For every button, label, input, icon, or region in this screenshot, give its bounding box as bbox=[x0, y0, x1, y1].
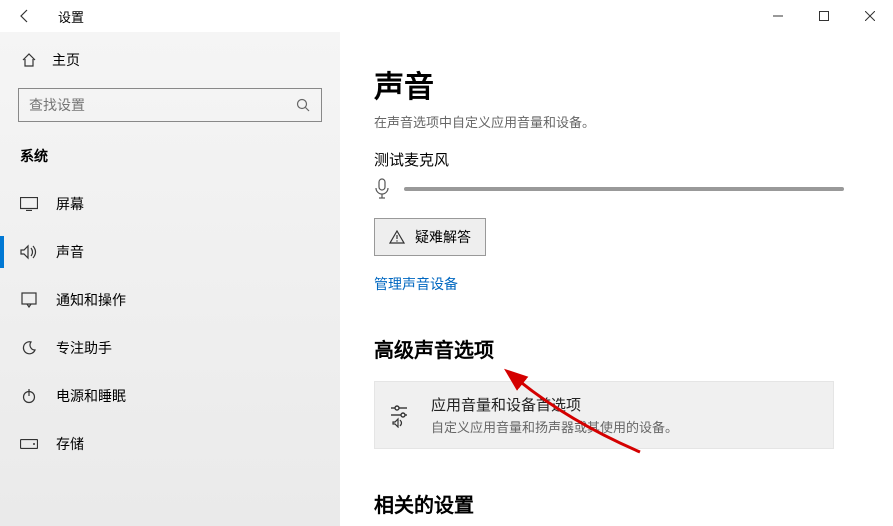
page-title: 声音 bbox=[374, 62, 859, 106]
sidebar-item-label: 通知和操作 bbox=[56, 290, 126, 310]
sliders-icon bbox=[389, 402, 415, 428]
arrow-left-icon bbox=[17, 8, 33, 24]
sidebar-item-label: 专注助手 bbox=[56, 338, 112, 358]
search-icon bbox=[295, 97, 311, 113]
sidebar-item-label: 电源和睡眠 bbox=[56, 386, 126, 406]
mic-level-bar bbox=[404, 187, 844, 191]
home-label: 主页 bbox=[52, 50, 80, 70]
display-icon bbox=[20, 195, 38, 213]
home-icon bbox=[20, 51, 38, 69]
sidebar: 主页 系统 屏幕 声音 通知 bbox=[0, 32, 340, 526]
sound-icon bbox=[20, 243, 38, 261]
app-volume-card[interactable]: 应用音量和设备首选项 自定义应用音量和扬声器或其使用的设备。 bbox=[374, 381, 834, 449]
storage-icon bbox=[20, 435, 38, 453]
minimize-icon bbox=[773, 11, 783, 21]
sidebar-item-power[interactable]: 电源和睡眠 bbox=[0, 372, 340, 420]
sidebar-item-label: 声音 bbox=[56, 242, 84, 262]
minimize-button[interactable] bbox=[755, 0, 801, 32]
home-button[interactable]: 主页 bbox=[0, 40, 340, 80]
sidebar-item-label: 存储 bbox=[56, 434, 84, 454]
search-input[interactable] bbox=[29, 97, 295, 113]
sidebar-item-label: 屏幕 bbox=[56, 194, 84, 214]
window-title: 设置 bbox=[58, 7, 84, 26]
sidebar-item-display[interactable]: 屏幕 bbox=[0, 180, 340, 228]
warning-icon bbox=[389, 230, 405, 244]
related-settings-header: 相关的设置 bbox=[374, 489, 859, 518]
maximize-button[interactable] bbox=[801, 0, 847, 32]
back-button[interactable] bbox=[0, 0, 50, 32]
close-icon bbox=[865, 11, 875, 21]
power-icon bbox=[20, 387, 38, 405]
troubleshoot-button[interactable]: 疑难解答 bbox=[374, 218, 486, 256]
page-subtitle: 在声音选项中自定义应用音量和设备。 bbox=[374, 112, 859, 131]
close-button[interactable] bbox=[847, 0, 893, 32]
sidebar-item-storage[interactable]: 存储 bbox=[0, 420, 340, 468]
main-content: 声音 在声音选项中自定义应用音量和设备。 测试麦克风 疑难解答 管理声音设备 高… bbox=[340, 32, 893, 526]
sidebar-section-header: 系统 bbox=[0, 140, 340, 180]
search-input-container[interactable] bbox=[18, 88, 322, 122]
sidebar-item-sound[interactable]: 声音 bbox=[0, 228, 340, 276]
mic-test-label: 测试麦克风 bbox=[374, 149, 859, 170]
maximize-icon bbox=[819, 11, 829, 21]
card-subtitle: 自定义应用音量和扬声器或其使用的设备。 bbox=[431, 417, 678, 436]
advanced-sound-header: 高级声音选项 bbox=[374, 334, 859, 363]
manage-sound-devices-link[interactable]: 管理声音设备 bbox=[374, 274, 458, 294]
sidebar-item-notifications[interactable]: 通知和操作 bbox=[0, 276, 340, 324]
card-title: 应用音量和设备首选项 bbox=[431, 394, 678, 415]
notification-icon bbox=[20, 291, 38, 309]
microphone-icon bbox=[374, 178, 390, 200]
focus-icon bbox=[20, 339, 38, 357]
sidebar-item-focus[interactable]: 专注助手 bbox=[0, 324, 340, 372]
troubleshoot-label: 疑难解答 bbox=[415, 227, 471, 247]
